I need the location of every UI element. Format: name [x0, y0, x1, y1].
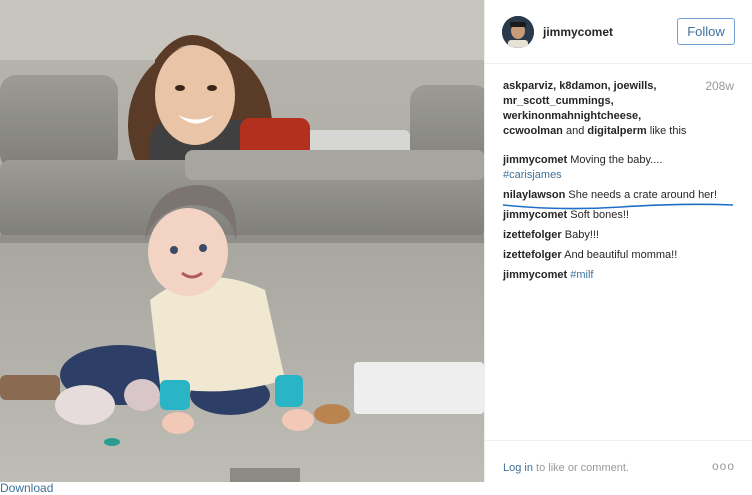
comments-list: jimmycomet Moving the baby.... #carisjam…	[502, 153, 739, 288]
likers-line-2[interactable]: mr_scott_cummings,	[503, 95, 614, 107]
likers-line-1[interactable]: askparviz, k8damon, joewills,	[503, 80, 656, 92]
likers-line-3[interactable]: werkinonmahnightcheese,	[503, 110, 641, 122]
post-author-username[interactable]: jimmycomet	[543, 25, 613, 39]
post-sidebar: jimmycomet Follow askparviz, k8damon, jo…	[484, 0, 752, 482]
comment-hashtag[interactable]: #milf	[570, 269, 593, 281]
comment-username[interactable]: izettefolger	[503, 249, 562, 261]
login-suffix: to like or comment.	[536, 462, 629, 474]
ellipsis-icon[interactable]: ooo	[712, 459, 735, 473]
comment-text: Baby!!!	[564, 229, 599, 241]
comment-text: Moving the baby....	[570, 154, 663, 166]
comment-item: jimmycomet Moving the baby.... #carisjam…	[503, 153, 739, 183]
post-header: jimmycomet Follow	[485, 0, 752, 64]
login-link[interactable]: Log in	[503, 462, 533, 474]
likers-suffix: like this	[649, 125, 687, 137]
comment-item: jimmycomet #milf	[503, 268, 739, 283]
avatar-icon	[502, 16, 534, 48]
post-photo[interactable]	[0, 0, 484, 482]
comment-username[interactable]: jimmycomet	[503, 154, 567, 166]
photo-illustration	[0, 0, 484, 482]
comment-text: And beautiful momma!!	[564, 249, 678, 261]
follow-button[interactable]: Follow	[677, 18, 735, 45]
download-link[interactable]: Download	[0, 481, 53, 495]
post-footer: Log in to like or comment. ooo	[485, 440, 752, 482]
likers-and: and	[565, 125, 585, 137]
comment-item: izettefolger Baby!!!	[503, 228, 739, 243]
post-age[interactable]: 208w	[705, 79, 734, 93]
liker-digitalperm[interactable]: digitalperm	[587, 125, 646, 137]
comment-username[interactable]: jimmycomet	[503, 269, 567, 281]
comment-username[interactable]: izettefolger	[503, 229, 562, 241]
login-prompt: Log in to like or comment.	[503, 462, 629, 474]
likes-list: askparviz, k8damon, joewills, mr_scott_c…	[503, 79, 703, 139]
instagram-post: jimmycomet Follow askparviz, k8damon, jo…	[0, 0, 752, 482]
comment-item: izettefolger And beautiful momma!!	[503, 248, 739, 263]
liker-ccwoolman[interactable]: ccwoolman	[503, 125, 563, 137]
annotation-underline	[502, 203, 734, 210]
comment-hashtag[interactable]: #carisjames	[503, 169, 562, 181]
comment-item: nilaylawson She needs a crate around her…	[502, 188, 739, 210]
avatar[interactable]	[502, 16, 534, 48]
